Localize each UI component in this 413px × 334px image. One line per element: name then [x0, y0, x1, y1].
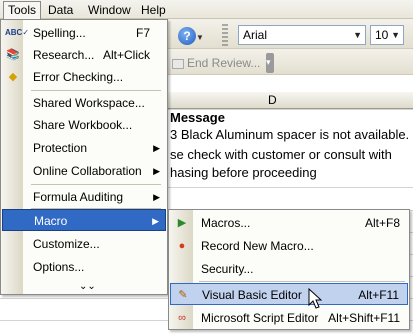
- help-dropdown-icon[interactable]: ▼: [196, 33, 204, 42]
- error-checking-icon: ◆: [8, 71, 18, 83]
- menu-item-options[interactable]: Options...: [2, 256, 166, 278]
- menu-item-label: Microsoft Script Editor: [201, 311, 319, 325]
- run-macro-icon: ▶: [177, 217, 187, 229]
- menu-item-spelling[interactable]: ABC✓ Spelling... F7: [2, 22, 166, 44]
- menu-item-microsoft-script-editor[interactable]: ∞ Microsoft Script Editor Alt+Shift+F11: [170, 307, 408, 329]
- font-size-select[interactable]: 10 ▼: [370, 25, 404, 45]
- menu-item-shortcut: Alt+F8: [364, 216, 400, 230]
- spelling-icon: ABC✓: [5, 28, 30, 37]
- menu-item-label: Record New Macro...: [201, 239, 314, 253]
- menu-item-label: Spelling...: [33, 26, 86, 40]
- cell-message-line[interactable]: se check with customer or consult with: [170, 147, 392, 162]
- submenu-arrow-icon: ▶: [153, 143, 160, 153]
- menu-separator: [31, 90, 161, 91]
- submenu-arrow-icon: ▶: [153, 166, 160, 176]
- menu-item-label: Visual Basic Editor: [202, 288, 302, 302]
- menu-item-visual-basic-editor[interactable]: ✎ Visual Basic Editor Alt+F11: [170, 283, 408, 305]
- cell-message-line[interactable]: hasing before proceeding: [170, 165, 317, 180]
- macro-submenu: ▶ Macros... Alt+F8 ● Record New Macro...…: [168, 209, 410, 330]
- menu-item-shortcut: Alt+Click: [102, 48, 150, 62]
- script-editor-icon: ∞: [178, 312, 186, 324]
- research-icon: 📚: [6, 49, 20, 61]
- menu-item-customize[interactable]: Customize...: [2, 233, 166, 255]
- menu-help-label: Help: [141, 3, 166, 17]
- menu-item-label: Options...: [33, 260, 85, 274]
- menu-item-shortcut: Alt+Shift+F11: [328, 311, 400, 325]
- end-review-label: End Review...: [187, 56, 261, 70]
- menu-tools[interactable]: Tools: [3, 1, 42, 19]
- font-name-value: Arial: [243, 28, 268, 42]
- end-review-icon: [172, 58, 184, 69]
- menu-item-label: Customize...: [33, 237, 100, 251]
- menu-separator: [31, 184, 161, 185]
- tools-menu: ABC✓ Spelling... F7 📚 Research... Alt+Cl…: [0, 19, 168, 295]
- menu-tools-label: Tools: [8, 3, 37, 17]
- menu-item-formula-auditing[interactable]: Formula Auditing ▶: [2, 186, 166, 208]
- menu-item-label: Research...: [33, 48, 95, 62]
- column-d-label: D: [268, 93, 277, 107]
- menu-item-error-checking[interactable]: ◆ Error Checking...: [2, 66, 166, 88]
- menu-data-label: Data: [48, 3, 74, 17]
- menu-help[interactable]: Help: [137, 2, 170, 18]
- menu-window[interactable]: Window: [84, 2, 135, 18]
- cell-message-line[interactable]: 3 Black Aluminum spacer is not available…: [170, 127, 409, 142]
- menu-data[interactable]: Data: [44, 2, 77, 18]
- cell-message-title[interactable]: Message: [170, 110, 225, 125]
- submenu-arrow-icon: ▶: [152, 216, 159, 226]
- end-review-button[interactable]: End Review...: [170, 53, 262, 73]
- menu-item-label: Macros...: [201, 216, 251, 230]
- menu-item-label: Security...: [201, 262, 254, 276]
- menu-item-label: Formula Auditing: [33, 190, 124, 204]
- menu-item-security[interactable]: Security...: [170, 258, 408, 280]
- submenu-arrow-icon: ▶: [153, 192, 160, 202]
- menu-item-record-new-macro[interactable]: ● Record New Macro...: [170, 235, 408, 257]
- mouse-cursor-icon: [308, 288, 323, 309]
- menu-item-label: Shared Workspace...: [33, 96, 145, 110]
- font-size-value: 10: [375, 28, 389, 42]
- menu-item-protection[interactable]: Protection ▶: [2, 137, 166, 159]
- menu-item-share-workbook[interactable]: Share Workbook...: [2, 114, 166, 136]
- visual-basic-icon: ✎: [178, 289, 188, 301]
- record-icon: ●: [178, 240, 186, 252]
- menu-item-research[interactable]: 📚 Research... Alt+Click: [2, 44, 166, 66]
- menu-separator: [199, 281, 405, 282]
- menu-item-label: Online Collaboration: [33, 164, 142, 178]
- menu-bar: Tools Data Window Help: [0, 0, 413, 19]
- toolbar-grip[interactable]: [222, 24, 228, 46]
- menu-item-shared-workspace[interactable]: Shared Workspace...: [2, 92, 166, 114]
- font-name-select[interactable]: Arial ▼: [238, 25, 366, 45]
- menu-item-label: Macro: [34, 214, 68, 228]
- expand-menu-icon[interactable]: ⌄⌄: [79, 281, 96, 292]
- menu-item-online-collaboration[interactable]: Online Collaboration ▶: [2, 160, 166, 182]
- help-icon[interactable]: ?: [178, 27, 196, 45]
- chevron-down-icon[interactable]: ▼: [391, 26, 400, 44]
- menu-item-label: Protection: [33, 141, 88, 155]
- menu-item-shortcut: F7: [135, 26, 150, 40]
- menu-window-label: Window: [88, 3, 131, 17]
- menu-item-macros[interactable]: ▶ Macros... Alt+F8: [170, 212, 408, 234]
- menu-item-label: Error Checking...: [33, 70, 124, 84]
- menu-item-shortcut: Alt+F11: [358, 288, 399, 302]
- menu-item-macro[interactable]: Macro ▶: [2, 209, 166, 231]
- toolbar-options-button[interactable]: [266, 53, 274, 73]
- chevron-down-icon[interactable]: ▼: [353, 26, 362, 44]
- menu-item-label: Share Workbook...: [33, 118, 133, 132]
